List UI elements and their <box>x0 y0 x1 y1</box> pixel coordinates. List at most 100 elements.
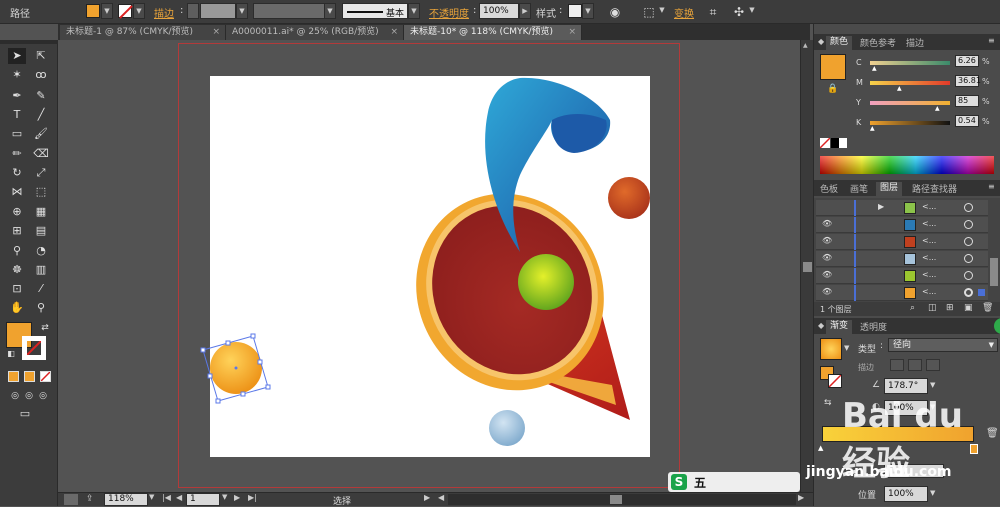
expand-triangle-icon[interactable]: ▶ <box>878 202 884 211</box>
eye-icon[interactable]: 👁 <box>822 270 832 279</box>
blue-ball <box>489 410 525 446</box>
new-layer-icon[interactable]: ▣ <box>964 303 973 313</box>
tab-color[interactable]: 颜色 <box>826 36 853 50</box>
tab-stroke[interactable]: 描边 <box>906 36 924 49</box>
status-bar: ⇪ 118% ▼ |◀ ◀ 1 ▼ ▶ ▶| 选择 ▶ ◀ ▶ <box>58 492 813 507</box>
target-icon[interactable] <box>964 203 973 212</box>
black-swatch[interactable] <box>831 138 839 148</box>
tab-brushes[interactable]: 画笔 <box>850 182 868 195</box>
ribbon-curl <box>551 114 607 153</box>
artboard-nav-icon[interactable] <box>64 494 78 505</box>
eye-icon[interactable]: 👁 <box>822 236 832 245</box>
layer-row[interactable]: ▶ <... <box>816 200 988 216</box>
layer-row[interactable]: 👁 <... <box>816 251 988 267</box>
gradient-type-select[interactable]: 径向 ▼ <box>888 338 998 352</box>
out-of-gamut-icon[interactable]: 🔒 <box>827 84 838 94</box>
none-swatch[interactable] <box>819 137 831 149</box>
layer-thumbnail <box>904 236 916 248</box>
layer-row[interactable]: 👁 <... <box>816 234 988 250</box>
gradient-stop-left[interactable]: ▲ <box>818 444 823 452</box>
gradient-stroke-label: 描边 <box>858 363 874 372</box>
angle-field[interactable]: 178.7° <box>884 378 928 394</box>
gradient-stroke-mini[interactable] <box>828 374 842 388</box>
locate-object-icon[interactable]: ⌕ <box>910 303 915 313</box>
layers-list: ▶ <... 👁 <... 👁 <... 👁 <... 👁 <... 👁 <..… <box>814 198 1000 302</box>
yellow-slider-handle[interactable]: ▲ <box>935 105 940 112</box>
reverse-gradient-icon[interactable]: ⇆ <box>824 398 832 408</box>
target-icon[interactable] <box>964 254 973 263</box>
layer-row[interactable]: 👁 <... <box>816 268 988 284</box>
new-sublayer-icon[interactable]: ⊞ <box>946 303 954 313</box>
color-spectrum-bar[interactable] <box>820 156 994 174</box>
panel-menu-icon[interactable]: ≡ <box>988 36 995 45</box>
tab-color-guide[interactable]: 颜色参考 <box>860 36 896 49</box>
horizontal-scrollbar[interactable] <box>448 494 796 505</box>
white-swatch[interactable] <box>839 138 847 148</box>
gradient-panel-tabs: ◆ 渐变 透明度 <box>814 318 1000 334</box>
yellow-value[interactable]: 85 <box>955 95 979 107</box>
layer-thumbnail <box>904 219 916 231</box>
selection-indicator[interactable] <box>978 289 985 296</box>
layers-footer: 1 个图层 ⌕ ◫ ⊞ ▣ 🗑 <box>814 302 1000 316</box>
eye-icon[interactable]: 👁 <box>822 253 832 262</box>
first-artboard-icon[interactable]: |◀ <box>162 493 171 502</box>
eye-icon[interactable]: 👁 <box>822 287 832 296</box>
none-icon <box>819 137 831 149</box>
magenta-value[interactable]: 36.81 <box>955 75 981 87</box>
artboard-dropdown[interactable]: ▼ <box>222 493 227 501</box>
layer-thumbnail <box>904 202 916 214</box>
stroke-across-button[interactable] <box>926 359 940 371</box>
target-icon[interactable] <box>964 288 973 297</box>
layer-thumbnail <box>904 253 916 265</box>
zoom-field[interactable]: 118% <box>104 493 148 506</box>
magenta-slider[interactable] <box>870 81 950 85</box>
next-artboard-icon[interactable]: ▶ <box>234 493 240 502</box>
scroll-left-icon[interactable]: ◀ <box>438 493 444 502</box>
horizontal-scroll-thumb[interactable] <box>610 495 622 504</box>
black-slider[interactable] <box>870 121 950 125</box>
tab-pathfinder[interactable]: 路径查找器 <box>912 182 957 195</box>
baidu-url-watermark: jingyan.baidu.com <box>806 464 952 480</box>
prev-artboard-icon[interactable]: ◀ <box>176 493 182 502</box>
position-dropdown[interactable]: ▼ <box>930 489 935 497</box>
vertical-scrollbar[interactable]: ▲ <box>800 40 813 492</box>
none-icon <box>828 374 842 388</box>
scroll-up-icon[interactable]: ▲ <box>803 42 812 49</box>
layer-thumbnail <box>904 270 916 282</box>
magenta-slider-handle[interactable]: ▲ <box>897 85 902 92</box>
cyan-value[interactable]: 6.26 <box>955 55 979 67</box>
cyan-slider-handle[interactable]: ▲ <box>872 65 877 72</box>
status-menu-icon[interactable]: ▶ <box>424 493 430 502</box>
tab-gradient[interactable]: 渐变 <box>826 320 853 334</box>
stroke-within-button[interactable] <box>890 359 904 371</box>
panel-menu-icon[interactable]: ≡ <box>988 182 995 191</box>
share-icon[interactable]: ⇪ <box>86 494 94 504</box>
artboard-number-field[interactable]: 1 <box>186 493 220 506</box>
target-icon[interactable] <box>964 220 973 229</box>
black-slider-handle[interactable]: ▲ <box>870 125 875 132</box>
stroke-along-button[interactable] <box>908 359 922 371</box>
target-icon[interactable] <box>964 271 973 280</box>
gradient-preview[interactable] <box>820 338 842 360</box>
layer-row[interactable]: 👁 <... <box>816 285 988 301</box>
cyan-slider[interactable] <box>870 61 950 65</box>
angle-dropdown[interactable]: ▼ <box>930 381 935 389</box>
gradient-preview-dropdown[interactable]: ▼ <box>844 344 849 352</box>
zoom-dropdown[interactable]: ▼ <box>149 493 154 501</box>
delete-layer-icon[interactable]: 🗑 <box>982 303 993 313</box>
tab-swatches[interactable]: 色板 <box>820 182 838 195</box>
eye-icon[interactable]: 👁 <box>822 219 832 228</box>
tab-transparency[interactable]: 透明度 <box>860 320 887 333</box>
layers-scroll-thumb[interactable] <box>990 258 998 286</box>
color-fill-preview[interactable] <box>820 54 846 80</box>
clipping-mask-icon[interactable]: ◫ <box>928 303 937 313</box>
layer-row[interactable]: 👁 <... <box>816 217 988 233</box>
layers-panel-tabs: 色板 画笔 图层 路径查找器 ≡ <box>814 180 1000 196</box>
target-icon[interactable] <box>964 237 973 246</box>
scroll-right-icon[interactable]: ▶ <box>798 493 804 502</box>
vertical-scroll-thumb[interactable] <box>803 262 812 272</box>
position-field[interactable]: 100% <box>884 486 928 502</box>
last-artboard-icon[interactable]: ▶| <box>248 493 257 502</box>
black-value[interactable]: 0.54 <box>955 115 979 127</box>
tab-layers[interactable]: 图层 <box>876 182 903 196</box>
